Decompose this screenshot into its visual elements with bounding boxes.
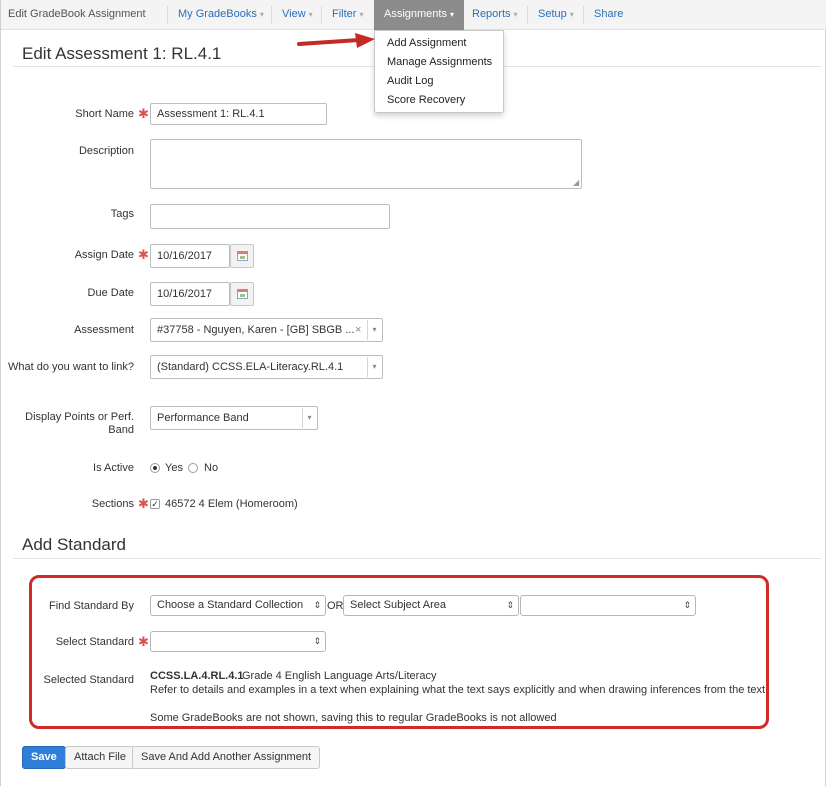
display-select[interactable]: Performance Band <box>150 406 318 430</box>
sections-label: Sections <box>91 498 134 510</box>
active-yes-radio[interactable] <box>150 463 160 473</box>
caret-down-icon: ▾ <box>359 10 364 19</box>
link-label: What do you want to link? <box>8 361 134 373</box>
nav-assignments[interactable]: Assignments ▾ <box>374 0 464 30</box>
section-label: 46572 4 Elem (Homeroom) <box>165 498 298 510</box>
is-active-label: Is Active <box>93 462 134 474</box>
clear-icon[interactable]: × <box>355 324 361 336</box>
menu-item-audit-log[interactable]: Audit Log <box>387 75 433 87</box>
menu-item-score-recovery[interactable]: Score Recovery <box>387 94 465 106</box>
due-date-label: Due Date <box>87 287 134 299</box>
add-standard-divider <box>13 558 821 559</box>
description-textarea[interactable] <box>150 139 582 189</box>
highlight-box <box>29 575 769 729</box>
assessment-select[interactable]: #37758 - Nguyen, Karen - [GB] SBGB ... <box>150 318 383 342</box>
active-no-radio[interactable] <box>188 463 198 473</box>
chevron-down-icon[interactable]: ▾ <box>367 357 381 377</box>
calendar-icon <box>237 289 248 299</box>
nav-setup-label: Setup <box>538 8 567 20</box>
caret-down-icon: ▾ <box>259 10 264 19</box>
nav-assignments-label: Assignments <box>384 8 447 20</box>
add-standard-title: Add Standard <box>22 535 126 554</box>
caret-down-icon: ▾ <box>513 10 518 19</box>
assignments-dropdown-menu: Add Assignment Manage Assignments Audit … <box>374 30 504 113</box>
active-yes-label: Yes <box>165 462 183 474</box>
required-asterisk-icon: ✱ <box>138 496 149 511</box>
resize-handle-icon[interactable]: ◢ <box>573 178 579 187</box>
attach-file-button[interactable]: Attach File <box>65 746 135 769</box>
link-select-value: (Standard) CCSS.ELA-Literacy.RL.4.1 <box>157 361 344 373</box>
assign-date-calendar-button[interactable] <box>230 244 254 268</box>
tags-label: Tags <box>110 208 134 220</box>
required-asterisk-icon: ✱ <box>138 247 149 262</box>
due-date-input[interactable]: 10/16/2017 <box>150 282 230 306</box>
tags-input[interactable] <box>150 204 390 229</box>
required-asterisk-icon: ✱ <box>138 106 149 121</box>
caret-down-icon: ▾ <box>569 10 574 19</box>
short-name-label: Short Name <box>75 108 134 120</box>
save-add-another-button[interactable]: Save And Add Another Assignment <box>132 746 321 769</box>
menu-item-add-assignment[interactable]: Add Assignment <box>387 37 467 49</box>
assign-date-label: Assign Date <box>74 249 134 261</box>
short-name-input[interactable]: Assessment 1: RL.4.1 <box>150 103 327 125</box>
section-checkbox[interactable]: ✓ <box>150 499 160 509</box>
assessment-label: Assessment <box>74 324 134 336</box>
nav-reports[interactable]: Reports ▾ <box>472 0 518 30</box>
assessment-select-value: #37758 - Nguyen, Karen - [GB] SBGB ... <box>157 324 355 336</box>
menu-item-manage-assignments[interactable]: Manage Assignments <box>387 56 492 68</box>
nav-view-label: View <box>282 8 306 20</box>
nav-my-gradebooks-label: My GradeBooks <box>178 8 257 20</box>
callout-arrow-icon <box>297 33 375 48</box>
nav-divider <box>583 6 584 24</box>
calendar-icon <box>237 251 248 261</box>
nav-setup[interactable]: Setup ▾ <box>538 0 574 30</box>
chevron-down-icon[interactable]: ▾ <box>302 408 316 428</box>
chevron-down-icon[interactable]: ▾ <box>367 320 381 340</box>
assign-date-input[interactable]: 10/16/2017 <box>150 244 230 268</box>
nav-divider <box>527 6 528 24</box>
nav-divider <box>167 6 168 24</box>
nav-filter-label: Filter <box>332 8 357 20</box>
nav-filter[interactable]: Filter ▾ <box>332 0 363 30</box>
caret-down-icon: ▾ <box>449 10 454 19</box>
page-title: Edit Assessment 1: RL.4.1 <box>22 44 222 63</box>
nav-share[interactable]: Share <box>594 0 623 30</box>
app-frame: Edit GradeBook Assignment My GradeBooks ▾… <box>0 0 826 786</box>
display-select-value: Performance Band <box>157 412 249 424</box>
due-date-calendar-button[interactable] <box>230 282 254 306</box>
nav-view[interactable]: View ▾ <box>282 0 313 30</box>
description-label: Description <box>78 145 134 157</box>
nav-reports-label: Reports <box>472 8 511 20</box>
nav-divider <box>321 6 322 24</box>
nav-divider <box>271 6 272 24</box>
nav-my-gradebooks[interactable]: My GradeBooks ▾ <box>178 0 264 30</box>
caret-down-icon: ▾ <box>308 10 313 19</box>
top-navbar: Edit GradeBook Assignment My GradeBooks ▾… <box>1 0 826 30</box>
active-no-label: No <box>204 462 219 474</box>
display-label: Display Points or Perf. Band <box>25 411 134 436</box>
link-select[interactable]: (Standard) CCSS.ELA-Literacy.RL.4.1 <box>150 355 383 379</box>
nav-brand[interactable]: Edit GradeBook Assignment <box>8 0 146 30</box>
save-button[interactable]: Save <box>22 746 66 769</box>
